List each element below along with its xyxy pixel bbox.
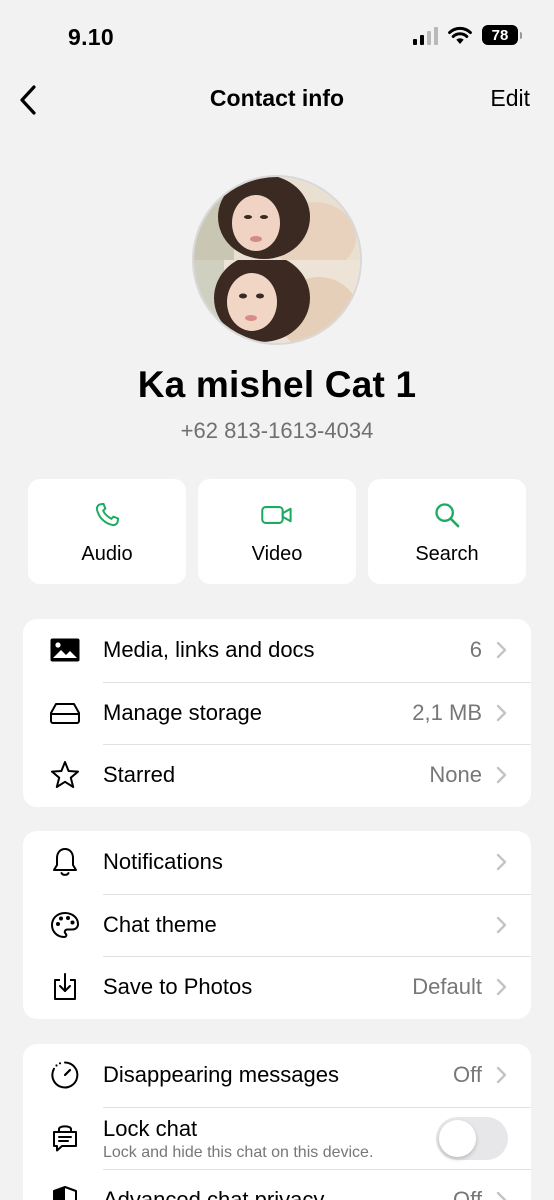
edit-button[interactable]: Edit xyxy=(490,85,530,112)
row-sublabel: Lock and hide this chat on this device. xyxy=(103,1143,374,1161)
lock-chat-icon xyxy=(48,1121,82,1155)
chevron-right-icon xyxy=(496,1066,508,1084)
battery-icon: 78 xyxy=(482,25,522,45)
download-icon xyxy=(48,970,82,1004)
search-button[interactable]: Search xyxy=(368,479,526,584)
privacy-group: Disappearing messages Off Lock chat Lock… xyxy=(23,1044,531,1200)
status-time: 9.10 xyxy=(68,24,114,50)
storage-icon xyxy=(48,696,82,730)
lock-chat-toggle[interactable] xyxy=(436,1116,508,1160)
row-media-links-docs[interactable]: Media, links and docs 6 xyxy=(23,619,531,682)
chevron-right-icon xyxy=(496,978,508,996)
row-label: Notifications xyxy=(103,849,223,875)
status-bar: 9.10 78 xyxy=(0,0,554,70)
audio-label: Audio xyxy=(81,543,133,565)
media-storage-group: Media, links and docs 6 Manage storage 2… xyxy=(23,619,531,807)
action-buttons: Audio Video Search xyxy=(28,479,526,584)
image-icon xyxy=(48,633,82,667)
row-label: Disappearing messages xyxy=(103,1062,340,1088)
row-value: Default xyxy=(412,974,482,1000)
row-lock-chat: Lock chat Lock and hide this chat on thi… xyxy=(23,1106,531,1170)
row-label: Advanced chat privacy xyxy=(103,1187,325,1200)
video-icon xyxy=(261,506,292,524)
chevron-right-icon xyxy=(496,1191,508,1200)
row-advanced-chat-privacy[interactable]: Advanced chat privacy Off xyxy=(23,1169,531,1200)
shield-icon xyxy=(48,1183,82,1200)
row-disappearing-messages[interactable]: Disappearing messages Off xyxy=(23,1044,531,1107)
video-call-button[interactable]: Video xyxy=(198,479,356,584)
row-starred[interactable]: Starred None xyxy=(23,744,531,807)
row-label: Save to Photos xyxy=(103,974,253,1000)
bell-icon xyxy=(48,845,82,879)
row-value: Off xyxy=(453,1062,482,1088)
toggle-knob xyxy=(439,1119,476,1157)
video-label: Video xyxy=(251,543,303,565)
chevron-right-icon xyxy=(496,704,508,722)
row-notifications[interactable]: Notifications xyxy=(23,831,531,894)
page-title: Contact info xyxy=(209,85,345,111)
row-manage-storage[interactable]: Manage storage 2,1 MB xyxy=(23,681,531,745)
row-value: 6 xyxy=(469,637,482,663)
row-label: Manage storage xyxy=(103,699,262,725)
avatar-photo-bottom xyxy=(194,260,360,343)
row-label: Lock chat xyxy=(103,1115,198,1141)
row-chat-theme[interactable]: Chat theme xyxy=(23,893,531,957)
phone-icon xyxy=(95,502,120,527)
wifi-icon xyxy=(448,26,472,44)
chevron-right-icon xyxy=(496,916,508,934)
chevron-right-icon xyxy=(496,766,508,784)
row-label: Media, links and docs xyxy=(103,637,315,663)
search-icon xyxy=(435,503,460,528)
row-label: Starred xyxy=(103,762,176,788)
contact-avatar[interactable] xyxy=(192,175,362,345)
row-save-to-photos[interactable]: Save to Photos Default xyxy=(23,956,531,1019)
row-value: Off xyxy=(453,1187,482,1200)
chevron-right-icon xyxy=(496,641,508,659)
avatar-photo-top xyxy=(194,177,360,260)
contact-phone: +62 813-1613-4034 xyxy=(180,418,374,443)
cellular-signal-icon xyxy=(413,25,438,45)
row-label: Chat theme xyxy=(103,911,217,937)
palette-icon xyxy=(48,908,82,942)
status-icons: 78 xyxy=(413,25,522,45)
row-value: 2,1 MB xyxy=(412,699,482,725)
audio-call-button[interactable]: Audio xyxy=(28,479,186,584)
timer-icon xyxy=(48,1058,82,1092)
search-label: Search xyxy=(415,543,479,565)
contact-name: Ka mishel Cat 1 xyxy=(137,364,417,405)
star-icon xyxy=(48,758,82,792)
notifications-group: Notifications Chat theme Save to Photos … xyxy=(23,831,531,1019)
chevron-right-icon xyxy=(496,853,508,871)
nav-bar: Contact info Edit xyxy=(0,70,554,130)
row-value: None xyxy=(429,762,482,788)
